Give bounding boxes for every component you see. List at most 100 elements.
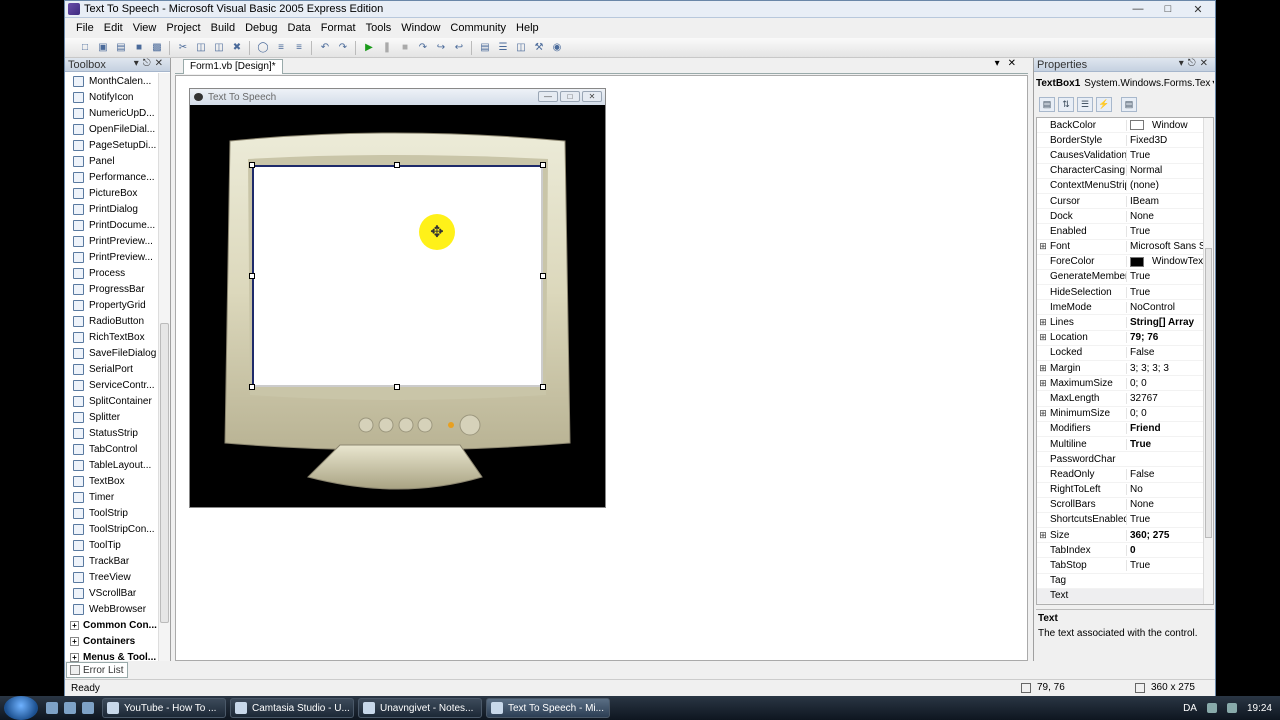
categorized-icon[interactable]: ▤	[1039, 96, 1055, 112]
browser-icon[interactable]	[82, 702, 94, 714]
property-value[interactable]: True	[1126, 560, 1213, 572]
panel-pin-close[interactable]: ▾⎋✕	[1179, 58, 1212, 69]
clock[interactable]: 19:24	[1247, 703, 1272, 714]
property-row[interactable]: ContextMenuStrip (none)	[1037, 179, 1213, 194]
property-row[interactable]: Multiline True	[1037, 437, 1213, 453]
redo-icon[interactable]: ↷	[335, 40, 351, 56]
property-value[interactable]: IBeam	[1126, 195, 1213, 207]
properties-icon[interactable]: ☰	[1077, 96, 1093, 112]
property-value[interactable]: True	[1126, 271, 1213, 283]
toolbox-item[interactable]: VScrollBar	[65, 585, 159, 601]
step-into-icon[interactable]: ↷	[415, 40, 431, 56]
menu-window[interactable]: Window	[396, 22, 445, 34]
toolbox-item[interactable]: ToolStrip	[65, 505, 159, 521]
taskbar-task[interactable]: YouTube - How To ...	[102, 698, 226, 718]
switch-windows-icon[interactable]	[64, 702, 76, 714]
property-value[interactable]: 360; 275	[1126, 529, 1213, 541]
toolbox-item[interactable]: Process	[65, 265, 159, 281]
property-value[interactable]: None	[1126, 210, 1213, 222]
textbox1-control[interactable]	[252, 165, 543, 387]
property-value[interactable]: Friend	[1126, 423, 1213, 435]
menu-data[interactable]: Data	[283, 22, 316, 34]
save-all-icon[interactable]: ▩	[149, 40, 165, 56]
property-value[interactable]: WindowText	[1126, 256, 1213, 268]
toolbox-item[interactable]: StatusStrip	[65, 425, 159, 441]
property-grid-scrollbar[interactable]	[1203, 118, 1213, 604]
toolbox-item[interactable]: MonthCalen...	[65, 73, 159, 89]
step-out-icon[interactable]: ↩	[451, 40, 467, 56]
stop-icon[interactable]: ■	[397, 40, 413, 56]
property-row[interactable]: ScrollBars None	[1037, 498, 1213, 513]
menu-community[interactable]: Community	[445, 22, 511, 34]
toolbox-item[interactable]: PageSetupDi...	[65, 137, 159, 153]
pause-icon[interactable]: ❚	[379, 40, 395, 56]
paste-icon[interactable]: ◫	[211, 40, 227, 56]
alphabetical-icon[interactable]: ⇅	[1058, 96, 1074, 112]
start-page-icon[interactable]: ◉	[549, 40, 565, 56]
property-value[interactable]: True	[1126, 149, 1213, 161]
property-row[interactable]: BorderStyle Fixed3D	[1037, 133, 1213, 149]
solution-explorer-icon[interactable]: ▤	[477, 40, 493, 56]
toolbox-item[interactable]: ToolTip	[65, 537, 159, 553]
toolbox-item[interactable]: RichTextBox	[65, 329, 159, 345]
property-row[interactable]: ⊞ Size 360; 275	[1037, 528, 1213, 544]
toolbox-item[interactable]: PrintPreview...	[65, 249, 159, 265]
toolbox-item[interactable]: TreeView	[65, 569, 159, 585]
property-value[interactable]: 0; 0	[1126, 408, 1213, 420]
property-row[interactable]: Enabled True	[1037, 224, 1213, 240]
add-item-icon[interactable]: ▣	[95, 40, 111, 56]
tab-form1-design[interactable]: Form1.vb [Design]*	[183, 59, 283, 74]
toolbox-item[interactable]: SplitContainer	[65, 393, 159, 409]
property-value[interactable]: Fixed3D	[1126, 134, 1213, 146]
toolbox-icon[interactable]: ⚒	[531, 40, 547, 56]
property-value[interactable]: True	[1126, 438, 1213, 450]
toolbox-scrollbar[interactable]	[158, 73, 170, 661]
menu-edit[interactable]: Edit	[99, 22, 128, 34]
property-value[interactable]: 3; 3; 3; 3	[1126, 362, 1213, 374]
open-file-icon[interactable]: ▤	[113, 40, 129, 56]
property-row[interactable]: ⊞ Margin 3; 3; 3; 3	[1037, 361, 1213, 377]
property-pages-icon[interactable]: ▤	[1121, 96, 1137, 112]
find-icon[interactable]: ◯	[255, 40, 271, 56]
expand-icon[interactable]: ⊞	[1037, 363, 1049, 374]
property-value[interactable]: 79; 76	[1126, 332, 1213, 344]
property-row[interactable]: ⊞ Location 79; 76	[1037, 331, 1213, 346]
toolbox-item[interactable]: Panel	[65, 153, 159, 169]
property-value[interactable]: None	[1126, 499, 1213, 511]
menu-file[interactable]: File	[71, 22, 99, 34]
property-row[interactable]: Cursor IBeam	[1037, 194, 1213, 210]
toolbox-item[interactable]: TableLayout...	[65, 457, 159, 473]
uncomment-icon[interactable]: ≡	[291, 40, 307, 56]
expand-icon[interactable]: ⊞	[1037, 408, 1049, 419]
property-row[interactable]: MaxLength 32767	[1037, 391, 1213, 407]
property-value[interactable]: 32767	[1126, 392, 1213, 404]
toolbox-item[interactable]: PrintPreview...	[65, 233, 159, 249]
delete-icon[interactable]: ✖	[229, 40, 245, 56]
property-row[interactable]: ⊞ MinimumSize 0; 0	[1037, 407, 1213, 422]
menu-format[interactable]: Format	[316, 22, 361, 34]
language-indicator[interactable]: DA	[1183, 703, 1197, 714]
show-desktop-icon[interactable]	[46, 702, 58, 714]
close-button[interactable]: ✕	[1183, 1, 1213, 17]
property-value[interactable]: False	[1126, 347, 1213, 359]
scrollbar-thumb[interactable]	[1205, 248, 1212, 538]
property-row[interactable]: Modifiers Friend	[1037, 422, 1213, 437]
property-row[interactable]: TabStop True	[1037, 558, 1213, 574]
property-row[interactable]: Tag	[1037, 574, 1213, 589]
toolbox-item[interactable]: SaveFileDialog	[65, 345, 159, 361]
property-row[interactable]: Dock None	[1037, 209, 1213, 225]
property-value[interactable]: String[] Array	[1126, 317, 1213, 329]
property-row[interactable]: RightToLeft No	[1037, 483, 1213, 498]
property-row[interactable]: PasswordChar	[1037, 452, 1213, 468]
property-value[interactable]: (none)	[1126, 180, 1213, 192]
property-value[interactable]: No	[1126, 484, 1213, 496]
toolbox-item[interactable]: RadioButton	[65, 313, 159, 329]
expand-icon[interactable]: ⊞	[1037, 332, 1049, 343]
property-row[interactable]: ForeColor WindowText	[1037, 255, 1213, 270]
network-icon[interactable]	[1206, 703, 1217, 713]
toolbox-item[interactable]: Performance...	[65, 169, 159, 185]
step-over-icon[interactable]: ↪	[433, 40, 449, 56]
copy-icon[interactable]: ◫	[193, 40, 209, 56]
taskbar-task[interactable]: Camtasia Studio - U...	[230, 698, 354, 718]
new-project-icon[interactable]: □	[77, 40, 93, 56]
